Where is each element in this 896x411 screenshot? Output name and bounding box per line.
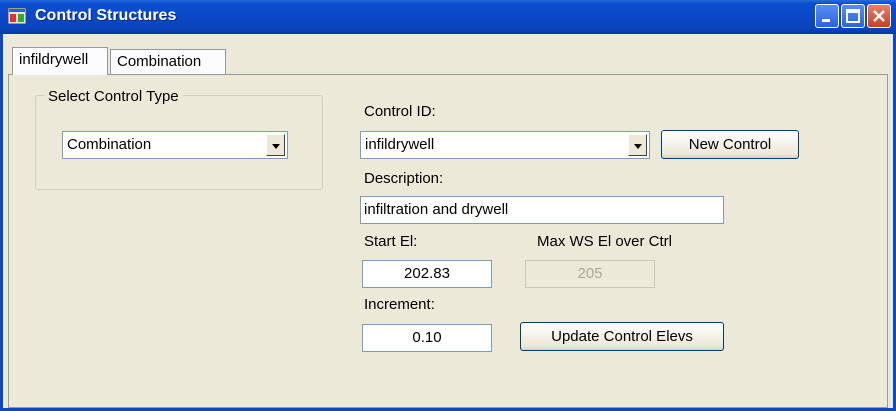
increment-label: Increment: <box>364 296 435 313</box>
update-control-elevs-button[interactable]: Update Control Elevs <box>520 322 724 351</box>
description-input[interactable]: infiltration and drywell <box>360 196 724 224</box>
start-el-input[interactable]: 202.83 <box>362 260 492 288</box>
start-el-label: Start El: <box>364 233 418 250</box>
description-label: Description: <box>364 170 444 187</box>
chevron-down-icon[interactable] <box>266 134 285 156</box>
close-button[interactable] <box>867 4 891 28</box>
tab-combination[interactable]: Combination <box>110 49 226 75</box>
control-type-select[interactable]: Combination <box>62 131 288 159</box>
new-control-button[interactable]: New Control <box>661 130 799 159</box>
maximize-button[interactable] <box>841 4 865 28</box>
close-icon <box>873 10 885 22</box>
increment-input[interactable]: 0.10 <box>362 324 492 352</box>
tab-infildrywell[interactable]: infildrywell <box>12 47 108 75</box>
max-ws-input: 205 <box>525 260 655 288</box>
title-bar[interactable]: Control Structures <box>0 0 896 34</box>
window-title: Control Structures <box>35 7 177 24</box>
chevron-down-icon[interactable] <box>628 134 647 156</box>
minimize-button[interactable] <box>815 4 839 28</box>
maximize-icon <box>846 9 860 23</box>
max-ws-label: Max WS El over Ctrl <box>537 233 673 250</box>
control-type-value: Combination <box>67 136 152 153</box>
minimize-icon <box>822 19 830 22</box>
control-id-select[interactable]: infildrywell <box>360 131 650 159</box>
control-id-label: Control ID: <box>364 103 436 120</box>
control-type-legend: Select Control Type <box>44 88 183 105</box>
app-icon <box>8 8 26 24</box>
control-id-value: infildrywell <box>365 136 435 153</box>
